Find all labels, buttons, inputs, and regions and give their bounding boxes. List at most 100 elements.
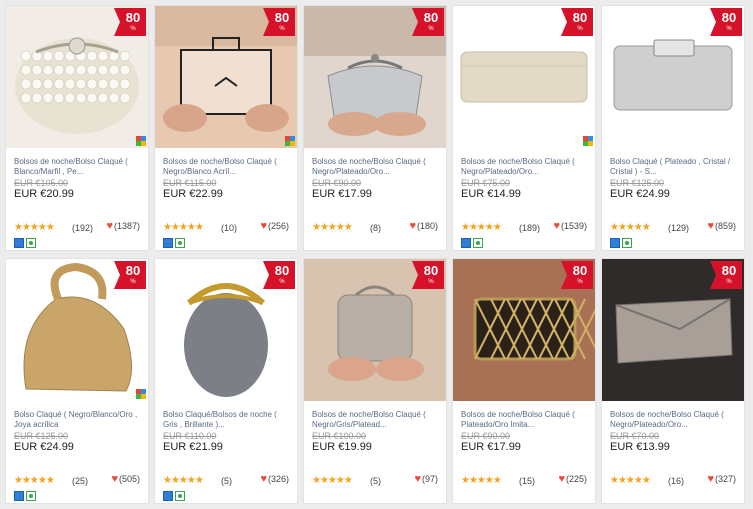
favorite-count: (859): [714, 221, 736, 231]
discount-percent: %: [577, 26, 583, 32]
discount-percent: %: [279, 26, 285, 32]
rating-stars: ★★★★★: [163, 475, 204, 486]
favorite-button[interactable]: ♥(327): [707, 473, 736, 485]
original-price: EUR €115.00: [163, 178, 217, 188]
product-name-link[interactable]: Bolsos de noche/Bolso Claqué ( Plateado/…: [461, 410, 591, 432]
discount-badge: 80%: [263, 8, 295, 36]
sale-price: EUR €17.99: [312, 188, 372, 200]
favorite-count: (180): [416, 221, 438, 231]
review-count[interactable]: (8): [370, 223, 381, 233]
feature-icons: [14, 491, 38, 509]
feature-icons: [14, 238, 38, 256]
favorite-button[interactable]: ♥(1539): [553, 220, 587, 232]
review-count[interactable]: (5): [221, 476, 232, 486]
product-name-link[interactable]: Bolsos de noche/Bolso Claqué ( Negro/Gri…: [312, 410, 442, 432]
original-price: EUR €125.00: [14, 431, 69, 441]
product-card[interactable]: 80% Bolsos de noche/Bolso Claqué ( Negro/…: [303, 5, 447, 251]
color-options-icon[interactable]: [583, 136, 593, 146]
product-name-link[interactable]: Bolso Claqué ( Plateado , Cristal / Cris…: [610, 157, 740, 179]
heart-icon[interactable]: ♥: [553, 220, 560, 232]
product-name-link[interactable]: Bolsos de noche/Bolso Claqué ( Blanco/Ma…: [14, 157, 144, 179]
favorite-button[interactable]: ♥(505): [111, 473, 140, 485]
verified-icon: [622, 238, 632, 248]
original-price: EUR €100.00: [312, 431, 367, 441]
favorite-count: (97): [421, 474, 438, 484]
original-price: EUR €70.00: [610, 431, 660, 441]
original-price: EUR €75.00: [461, 178, 511, 188]
rating-stars: ★★★★★: [163, 222, 204, 233]
heart-icon[interactable]: ♥: [111, 473, 118, 485]
product-name-link[interactable]: Bolso Claqué/Bolsos de noche ( Gris , Br…: [163, 410, 293, 432]
heart-icon[interactable]: ♥: [707, 473, 714, 485]
review-count[interactable]: (10): [221, 223, 237, 233]
product-name-link[interactable]: Bolsos de noche/Bolso Claqué ( Negro/Pla…: [312, 157, 442, 179]
product-name-link[interactable]: Bolsos de noche/Bolso Claqué ( Negro/Pla…: [610, 410, 740, 432]
product-card[interactable]: 80% Bolsos de noche/Bolso Claqué ( Blanco…: [5, 5, 149, 251]
sale-price: EUR €21.99: [163, 441, 223, 453]
discount-percent: %: [130, 26, 136, 32]
review-count[interactable]: (25): [72, 476, 88, 486]
product-card[interactable]: 80% Bolso Claqué ( Negro/Blanco/Oro , Joy…: [5, 258, 149, 504]
product-name-link[interactable]: Bolso Claqué ( Negro/Blanco/Oro , Joya a…: [14, 410, 144, 432]
product-name-link[interactable]: Bolsos de noche/Bolso Claqué ( Negro/Bla…: [163, 157, 293, 179]
verified-icon: [175, 238, 185, 248]
discount-percent: %: [428, 26, 434, 32]
product-card[interactable]: 80% Bolsos de noche/Bolso Claqué ( Negro/…: [601, 258, 745, 504]
discount-value: 80: [274, 10, 290, 25]
product-name-link[interactable]: Bolsos de noche/Bolso Claqué ( Negro/Pla…: [461, 157, 591, 179]
rating-stars: ★★★★★: [14, 475, 55, 486]
favorite-button[interactable]: ♥(97): [414, 473, 438, 485]
favorite-button[interactable]: ♥(326): [260, 473, 289, 485]
product-card[interactable]: 80% Bolso Claqué ( Plateado , Cristal / C…: [601, 5, 745, 251]
product-card[interactable]: 80% Bolsos de noche/Bolso Claqué ( Negro/…: [154, 5, 298, 251]
rating-stars: ★★★★★: [312, 475, 353, 486]
product-card[interactable]: 80% Bolsos de noche/Bolso Claqué ( Negro/…: [452, 5, 596, 251]
rating-stars: ★★★★★: [461, 222, 502, 233]
heart-icon[interactable]: ♥: [409, 220, 416, 232]
color-options-icon[interactable]: [285, 136, 295, 146]
verified-icon: [26, 238, 36, 248]
favorite-count: (327): [714, 474, 736, 484]
favorite-button[interactable]: ♥(180): [409, 220, 438, 232]
favorite-count: (1387): [113, 221, 140, 231]
favorite-count: (505): [118, 474, 140, 484]
rating-stars: ★★★★★: [610, 475, 651, 486]
heart-icon[interactable]: ♥: [707, 220, 714, 232]
color-options-icon[interactable]: [136, 136, 146, 146]
discount-percent: %: [726, 26, 732, 32]
favorite-button[interactable]: ♥(859): [707, 220, 736, 232]
rating-stars: ★★★★★: [312, 222, 353, 233]
review-count[interactable]: (189): [519, 223, 540, 233]
favorite-button[interactable]: ♥(1387): [106, 220, 140, 232]
heart-icon[interactable]: ♥: [260, 473, 267, 485]
rating-stars: ★★★★★: [14, 222, 55, 233]
rating-stars: ★★★★★: [610, 222, 651, 233]
heart-icon[interactable]: ♥: [260, 220, 267, 232]
discount-value: 80: [274, 263, 290, 278]
review-count[interactable]: (5): [370, 476, 381, 486]
sale-price: EUR €14.99: [461, 188, 521, 200]
favorite-button[interactable]: ♥(225): [558, 473, 587, 485]
favorite-button[interactable]: ♥(256): [260, 220, 289, 232]
review-count[interactable]: (129): [668, 223, 689, 233]
verified-icon: [26, 491, 36, 501]
verified-icon: [473, 238, 483, 248]
color-options-icon[interactable]: [136, 389, 146, 399]
product-card[interactable]: 80% Bolsos de noche/Bolso Claqué ( Negro/…: [303, 258, 447, 504]
feature-icons: [163, 491, 187, 509]
sale-price: EUR €17.99: [461, 441, 521, 453]
original-price: EUR €110.00: [163, 431, 217, 441]
sale-price: EUR €20.99: [14, 188, 74, 200]
review-count[interactable]: (15): [519, 476, 535, 486]
discount-percent: %: [726, 279, 732, 285]
review-count[interactable]: (16): [668, 476, 684, 486]
heart-icon[interactable]: ♥: [558, 473, 565, 485]
product-card[interactable]: 80% Bolsos de noche/Bolso Claqué ( Platea…: [452, 258, 596, 504]
heart-icon[interactable]: ♥: [414, 473, 421, 485]
review-count[interactable]: (192): [72, 223, 93, 233]
mobile-deal-icon: [14, 238, 24, 248]
discount-percent: %: [428, 279, 434, 285]
product-card[interactable]: 80% Bolso Claqué/Bolsos de noche ( Gris ,…: [154, 258, 298, 504]
heart-icon[interactable]: ♥: [106, 220, 113, 232]
discount-badge: 80%: [710, 8, 742, 36]
